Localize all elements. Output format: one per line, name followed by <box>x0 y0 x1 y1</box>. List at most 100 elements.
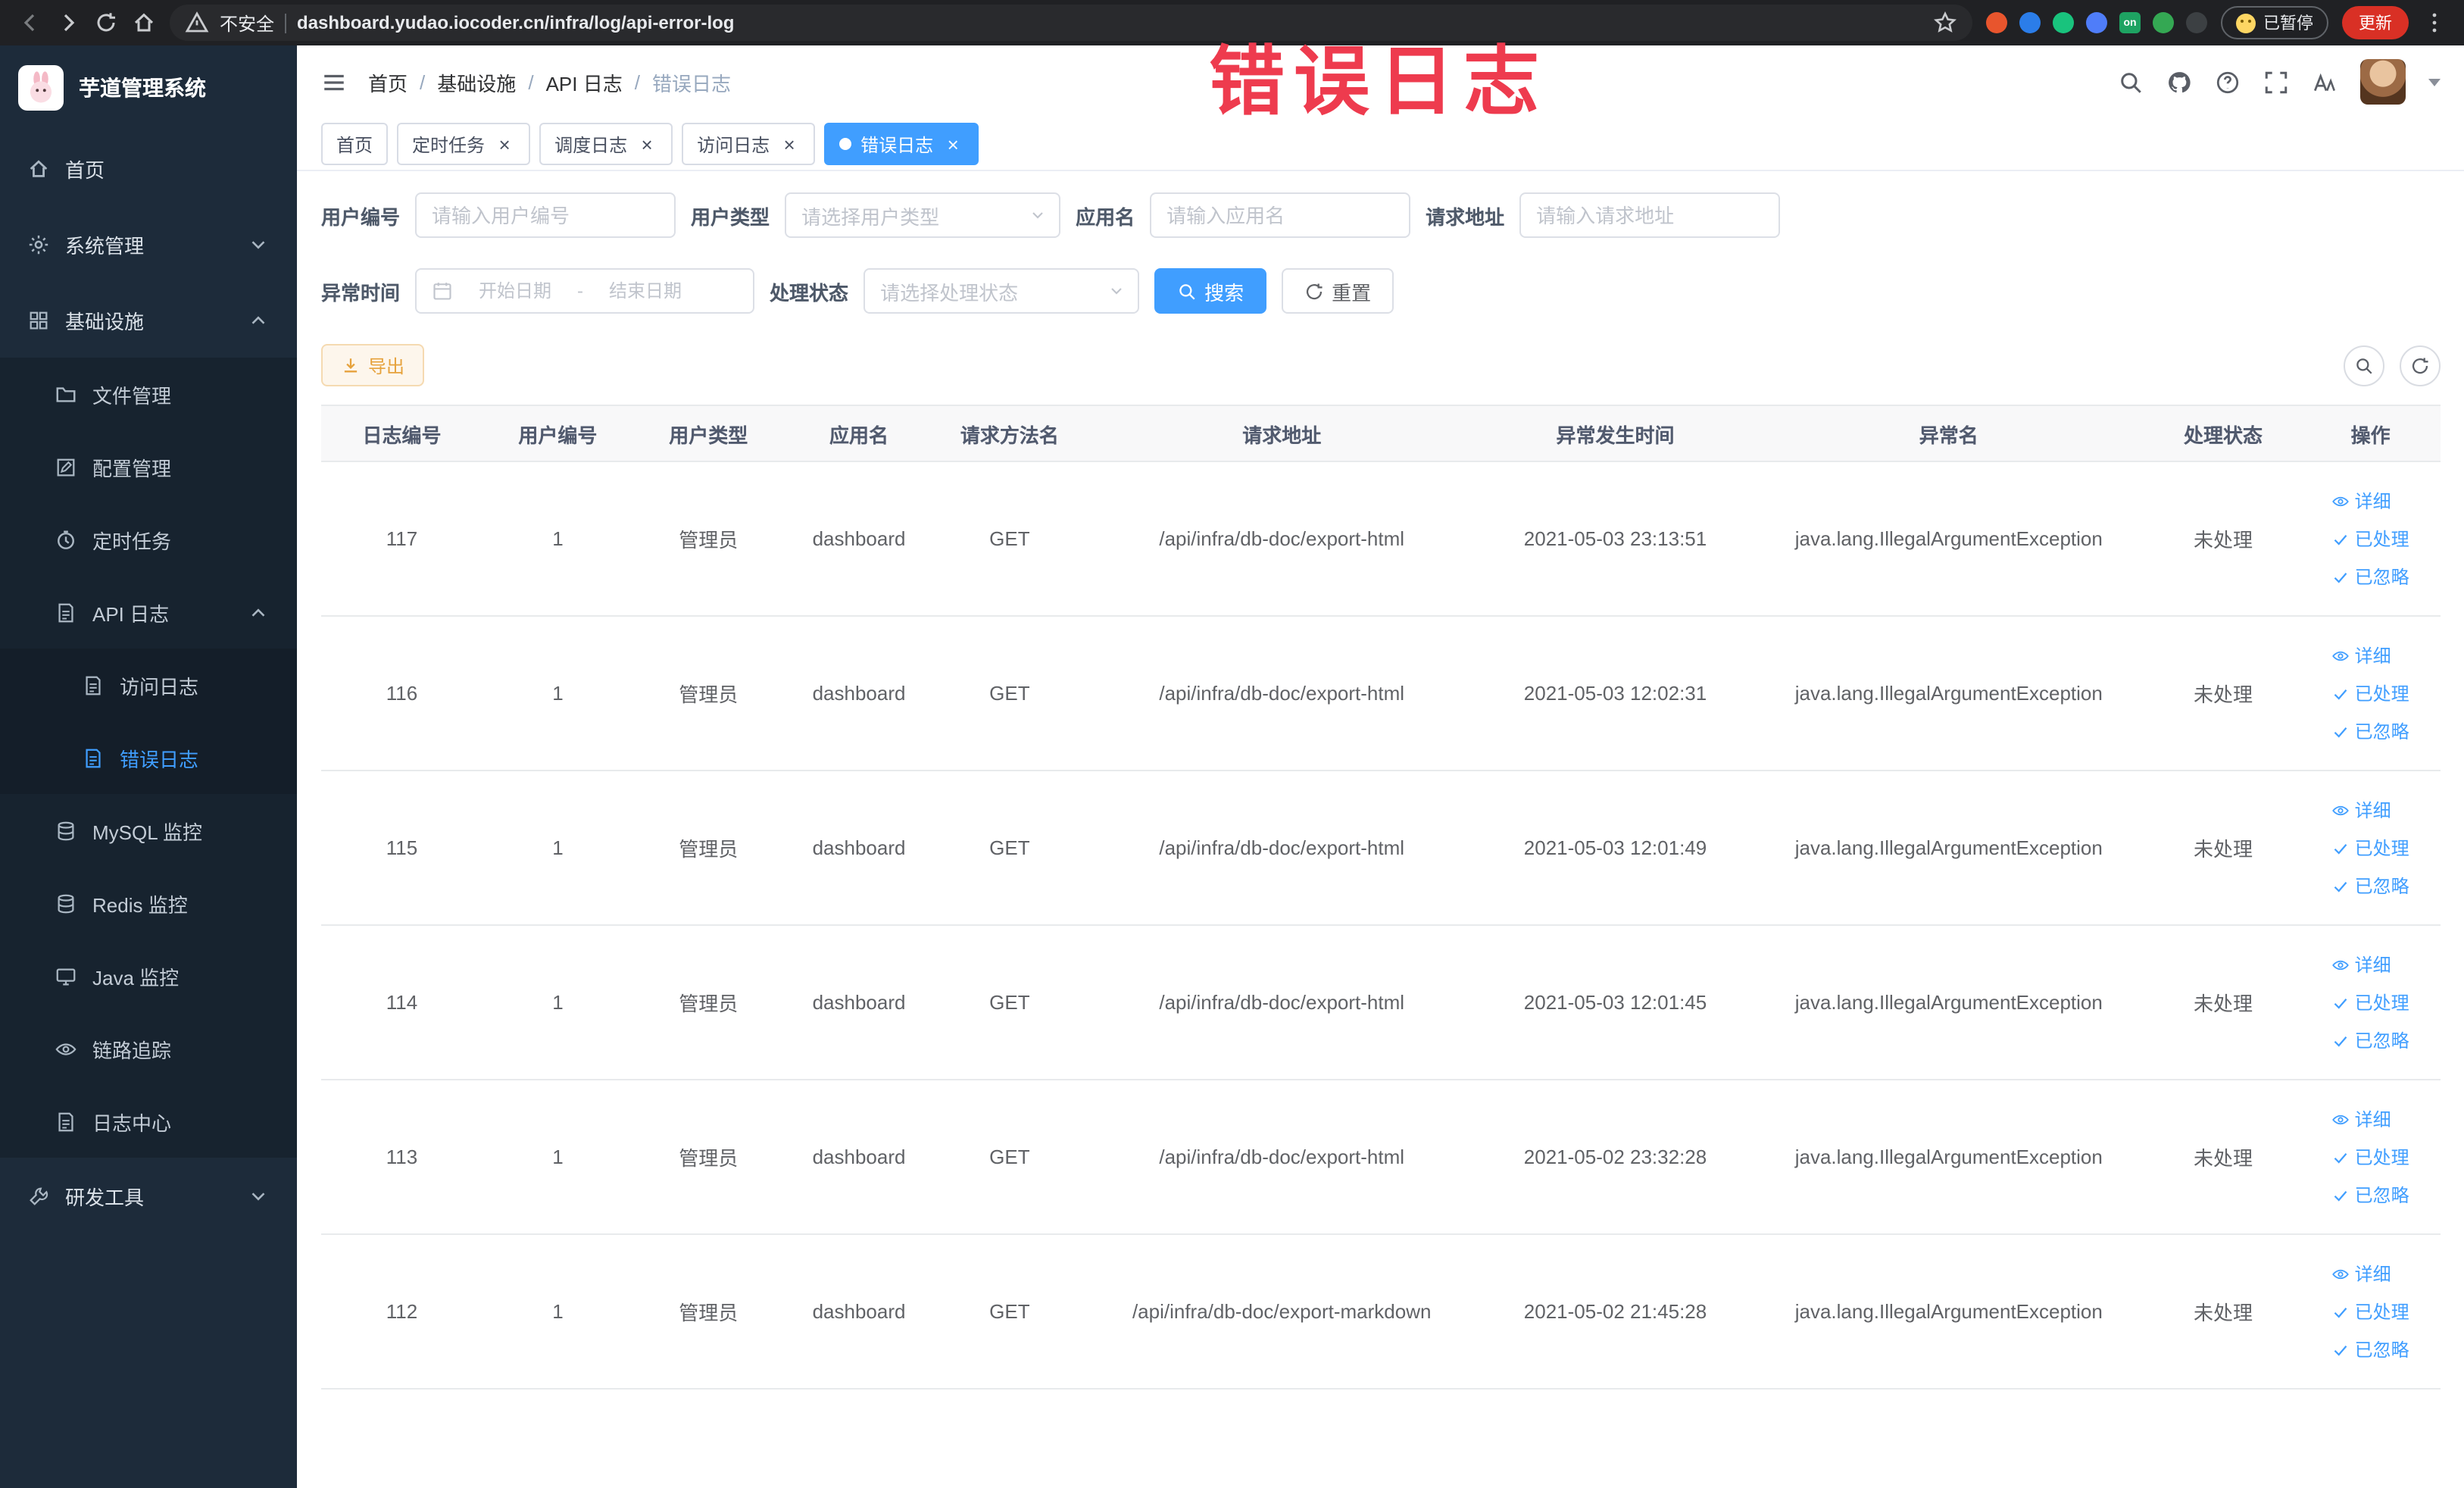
search-icon <box>2354 355 2374 375</box>
search-button[interactable]: 搜索 <box>1154 268 1267 314</box>
user-type-select[interactable]: 请选择用户类型 <box>785 192 1061 238</box>
breadcrumb-item[interactable]: 首页 <box>368 67 408 96</box>
detail-link[interactable]: 详细 <box>2332 1106 2391 1132</box>
browser-chrome: 不安全 dashboard.yudao.iocoder.cn/infra/log… <box>0 0 2464 45</box>
reload-icon[interactable] <box>94 11 118 35</box>
cell-status: 未处理 <box>2145 925 2301 1080</box>
sidebar-item-trace[interactable]: 链路追踪 <box>0 1012 297 1085</box>
omnibox-divider <box>285 13 287 33</box>
processed-link[interactable]: 已处理 <box>2332 989 2409 1015</box>
back-icon[interactable] <box>18 11 42 35</box>
github-icon[interactable] <box>2166 69 2192 95</box>
refresh-icon <box>1304 281 1324 301</box>
sidebar-item-file[interactable]: 文件管理 <box>0 358 297 430</box>
breadcrumb-item[interactable]: 基础设施 <box>437 67 516 96</box>
hamburger-icon[interactable] <box>321 69 347 95</box>
font-size-icon[interactable] <box>2312 69 2338 95</box>
sidebar-item-log-center[interactable]: 日志中心 <box>0 1085 297 1158</box>
request-url-input[interactable] <box>1519 192 1781 238</box>
processed-link[interactable]: 已处理 <box>2332 1299 2409 1324</box>
bookmark-star-icon[interactable] <box>1933 11 1957 35</box>
detail-link[interactable]: 详细 <box>2332 797 2391 823</box>
avatar[interactable] <box>2360 59 2406 105</box>
ignored-link[interactable]: 已忽略 <box>2332 1027 2409 1053</box>
exception-time-range[interactable]: - <box>415 268 755 314</box>
close-icon[interactable]: × <box>942 133 963 155</box>
extension-icon[interactable] <box>1986 12 2007 33</box>
extension-icon[interactable] <box>2153 12 2174 33</box>
process-status-select[interactable]: 请选择处理状态 <box>863 268 1140 314</box>
sidebar-item-dev-tools[interactable]: 研发工具 <box>0 1158 297 1233</box>
detail-link[interactable]: 详细 <box>2332 1261 2391 1286</box>
detail-link[interactable]: 详细 <box>2332 488 2391 514</box>
reset-button[interactable]: 重置 <box>1282 268 1394 314</box>
sidebar-item-home[interactable]: 首页 <box>0 130 297 206</box>
extension-icon[interactable] <box>2053 12 2074 33</box>
export-button[interactable]: 导出 <box>321 344 425 386</box>
tab-错误日志[interactable]: 错误日志 × <box>824 123 979 165</box>
processed-link[interactable]: 已处理 <box>2332 1144 2409 1170</box>
sidebar-item-api-log[interactable]: API 日志 <box>0 576 297 649</box>
ignored-link[interactable]: 已忽略 <box>2332 1182 2409 1208</box>
tab-调度日志[interactable]: 调度日志 × <box>539 123 673 165</box>
close-icon[interactable]: × <box>494 133 515 155</box>
cell-actions: 详细 已处理 已忽略 <box>2300 1234 2441 1390</box>
logo[interactable]: 芋道管理系统 <box>0 45 297 130</box>
sidebar-item-java[interactable]: Java 监控 <box>0 939 297 1012</box>
end-date-input[interactable] <box>592 279 699 303</box>
extension-icon[interactable] <box>2019 12 2041 33</box>
search-icon[interactable] <box>2118 69 2144 95</box>
error-log-table: 日志编号 用户编号 用户类型 应用名 请求方法名 请求地址 异常发生时间 异常名 处理状态 操作 … <box>321 405 2441 1390</box>
forward-icon[interactable] <box>56 11 80 35</box>
sidebar-item-mysql[interactable]: MySQL 监控 <box>0 794 297 867</box>
sidebar: 芋道管理系统 首页系统管理 基础设施 文件管理 配置管理 定时任务 API 日志访问日志错… <box>0 45 297 1488</box>
close-icon[interactable]: × <box>779 133 800 155</box>
gear-icon <box>27 233 50 255</box>
tab-访问日志[interactable]: 访问日志 × <box>682 123 816 165</box>
close-icon[interactable]: × <box>636 133 657 155</box>
ignored-link[interactable]: 已忽略 <box>2332 1336 2409 1362</box>
sidebar-item-error-log[interactable]: 错误日志 <box>0 721 297 794</box>
start-date-input[interactable] <box>462 279 569 303</box>
sidebar-item-redis[interactable]: Redis 监控 <box>0 867 297 939</box>
app-name-input[interactable] <box>1150 192 1411 238</box>
tab-定时任务[interactable]: 定时任务 × <box>397 123 531 165</box>
sidebar-item-label: 首页 <box>65 158 105 181</box>
ignored-link[interactable]: 已忽略 <box>2332 873 2409 899</box>
processed-link[interactable]: 已处理 <box>2332 680 2409 706</box>
refresh-button[interactable] <box>2400 345 2441 386</box>
sidebar-item-system[interactable]: 系统管理 <box>0 206 297 282</box>
user-id-input[interactable] <box>415 192 676 238</box>
paused-badge[interactable]: 已暂停 <box>2221 6 2328 39</box>
help-icon[interactable] <box>2215 69 2241 95</box>
sidebar-item-config[interactable]: 配置管理 <box>0 430 297 503</box>
extension-icon[interactable] <box>2186 12 2207 33</box>
eye-icon <box>2332 1264 2350 1283</box>
sidebar-item-label: API 日志 <box>92 602 170 625</box>
address-bar[interactable]: 不安全 dashboard.yudao.iocoder.cn/infra/log… <box>170 5 1972 41</box>
sidebar-item-job[interactable]: 定时任务 <box>0 503 297 576</box>
tab-首页[interactable]: 首页 <box>321 123 389 165</box>
detail-link[interactable]: 详细 <box>2332 642 2391 668</box>
op-label: 已处理 <box>2354 683 2409 705</box>
sidebar-item-infra[interactable]: 基础设施 <box>0 282 297 358</box>
header-actions <box>2118 59 2441 105</box>
browser-menu-icon[interactable] <box>2422 11 2447 35</box>
processed-link[interactable]: 已处理 <box>2332 526 2409 552</box>
extension-icon[interactable] <box>2086 12 2107 33</box>
detail-link[interactable]: 详细 <box>2332 952 2391 977</box>
update-button[interactable]: 更新 <box>2342 6 2409 39</box>
ignored-link[interactable]: 已忽略 <box>2332 564 2409 589</box>
check-icon <box>2332 877 2350 895</box>
breadcrumb-item[interactable]: API 日志 <box>546 67 623 96</box>
breadcrumb: 首页 / 基础设施 / API 日志 / 错误日志 <box>368 67 731 96</box>
cell-id: 114 <box>321 925 483 1080</box>
processed-link[interactable]: 已处理 <box>2332 835 2409 861</box>
fullscreen-icon[interactable] <box>2263 69 2289 95</box>
home-icon[interactable] <box>132 11 156 35</box>
extension-icon[interactable]: on <box>2119 12 2141 33</box>
ignored-link[interactable]: 已忽略 <box>2332 718 2409 744</box>
sidebar-item-access-log[interactable]: 访问日志 <box>0 649 297 721</box>
caret-down-icon[interactable] <box>2428 78 2441 86</box>
toggle-search-button[interactable] <box>2344 345 2384 386</box>
